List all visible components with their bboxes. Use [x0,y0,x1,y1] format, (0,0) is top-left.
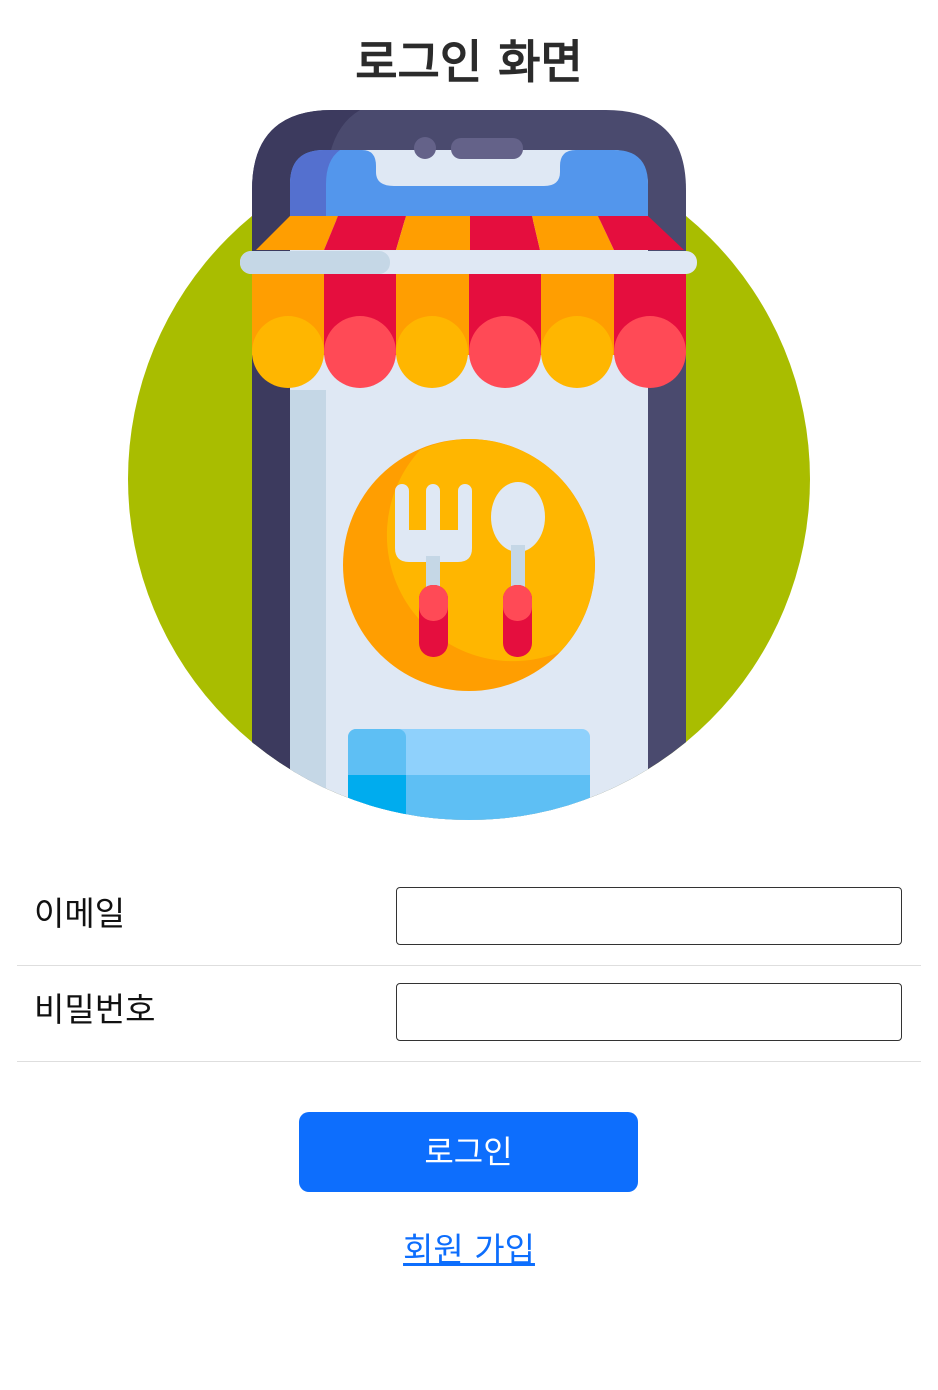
login-button[interactable]: 로그인 [299,1112,638,1192]
restaurant-app-icon [110,95,830,835]
password-label: 비밀번호 [34,990,156,1029]
signup-link-container: 회원 가입 [0,1226,938,1274]
password-field[interactable] [396,983,902,1041]
signup-link[interactable]: 회원 가입 [403,1230,535,1269]
login-form: 이메일 비밀번호 [17,870,921,1062]
page-title: 로그인 화면 [355,35,583,89]
email-field[interactable] [396,887,902,945]
email-label: 이메일 [34,894,126,933]
email-row: 이메일 [17,870,921,966]
password-row: 비밀번호 [17,966,921,1062]
